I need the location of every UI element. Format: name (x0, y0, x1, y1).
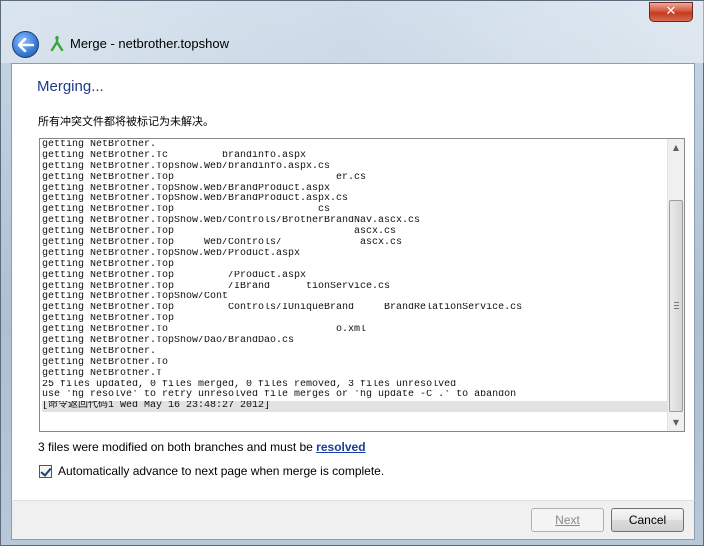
log-line: getting NetBrother.Top Web/Controls/ asc… (42, 238, 403, 249)
log-line: [命令返回代码1 Wed May 16 23:48:27 2012] (42, 401, 668, 413)
next-button[interactable]: Next (531, 508, 604, 532)
merge-app-icon (50, 36, 64, 52)
back-arrow-icon (17, 37, 34, 52)
log-line: getting NetBrother.Topshow.Web/brandinfo… (42, 161, 331, 172)
merge-log-output[interactable]: getting NetBrother. getting NetBrother.Tc… (39, 138, 685, 432)
next-label: Next (555, 513, 580, 527)
wizard-page: Merging... 所有冲突文件都将被标记为未解决。 getting NetB… (11, 63, 695, 500)
log-line: getting NetBrother.Top (42, 259, 175, 270)
cancel-label: Cancel (628, 513, 667, 527)
log-lines: getting NetBrother. getting NetBrother.Tc… (42, 140, 668, 413)
scroll-down-arrow-icon[interactable]: ▼ (668, 414, 684, 431)
close-button[interactable]: ✕ (649, 2, 693, 22)
log-line: getting NetBrother. (42, 346, 157, 357)
resolved-link[interactable]: resolved (316, 440, 365, 454)
conflict-note: 所有冲突文件都将被标记为未解决。 (38, 115, 214, 128)
scroll-up-arrow-icon[interactable]: ▲ (668, 139, 684, 156)
log-line: getting NetBrother.Top ascx.cs (42, 227, 397, 238)
log-line: getting NetBrother.TopShow.Web/BrandProd… (42, 194, 349, 205)
log-line: getting NetBrother.Top /IBrand tionServi… (42, 281, 391, 292)
log-line: getting NetBrother.TopShow.Web/BrandProd… (42, 183, 331, 194)
log-line: getting NetBrother.Tc brandinfo.aspx (42, 150, 307, 161)
log-line: getting NetBrother.Top er.cs (42, 172, 367, 183)
log-line: getting NetBrother.Top (42, 314, 175, 325)
log-scrollbar[interactable]: ▲ ▼ (667, 139, 684, 431)
status-text: 3 files were modified on both branches a… (38, 440, 317, 454)
page-heading: Merging... (37, 78, 104, 95)
log-line: getting NetBrother.Top cs (42, 205, 331, 216)
log-line: getting NetBrother.TopShow.Web/Product.a… (42, 248, 301, 259)
status-line: 3 files were modified on both branches a… (38, 440, 366, 454)
grip-icon (674, 302, 679, 309)
log-line: getting NetBrother. (42, 140, 157, 150)
window-title: Merge - netbrother.topshow (70, 36, 229, 51)
auto-advance-option[interactable]: Automatically advance to next page when … (39, 464, 384, 478)
log-line: getting NetBrother.TopShow.Web/Controls/… (42, 216, 421, 227)
log-line: getting NetBrother.T (42, 368, 163, 379)
log-line: 25 files updated, 0 files merged, 0 file… (42, 379, 457, 390)
back-button[interactable] (12, 31, 39, 58)
scroll-thumb[interactable] (669, 200, 683, 412)
close-icon: ✕ (665, 4, 677, 19)
button-bar: Next Cancel (11, 500, 695, 540)
log-line: getting NetBrother.Top Controls/IUniqueB… (42, 303, 523, 314)
log-line: use 'hg resolve' to retry unresolved fil… (42, 390, 517, 401)
log-line: getting NetBrother.Top /Product.aspx (42, 270, 307, 281)
log-line: getting NetBrother.To (42, 357, 169, 368)
log-line: getting NetBrother.TopShow/Dao/BrandDao.… (42, 336, 295, 347)
log-line: getting NetBrother.To o.xml (42, 325, 367, 336)
cancel-button[interactable]: Cancel (611, 508, 684, 532)
auto-advance-label: Automatically advance to next page when … (58, 464, 385, 478)
titlebar-glass (1, 1, 704, 63)
auto-advance-checkbox[interactable] (39, 464, 52, 478)
dialog-window: ✕ Merge - netbrother.topshow Merging... … (0, 0, 704, 546)
log-line: getting NetBrother.TopShow/Cont (42, 292, 229, 303)
